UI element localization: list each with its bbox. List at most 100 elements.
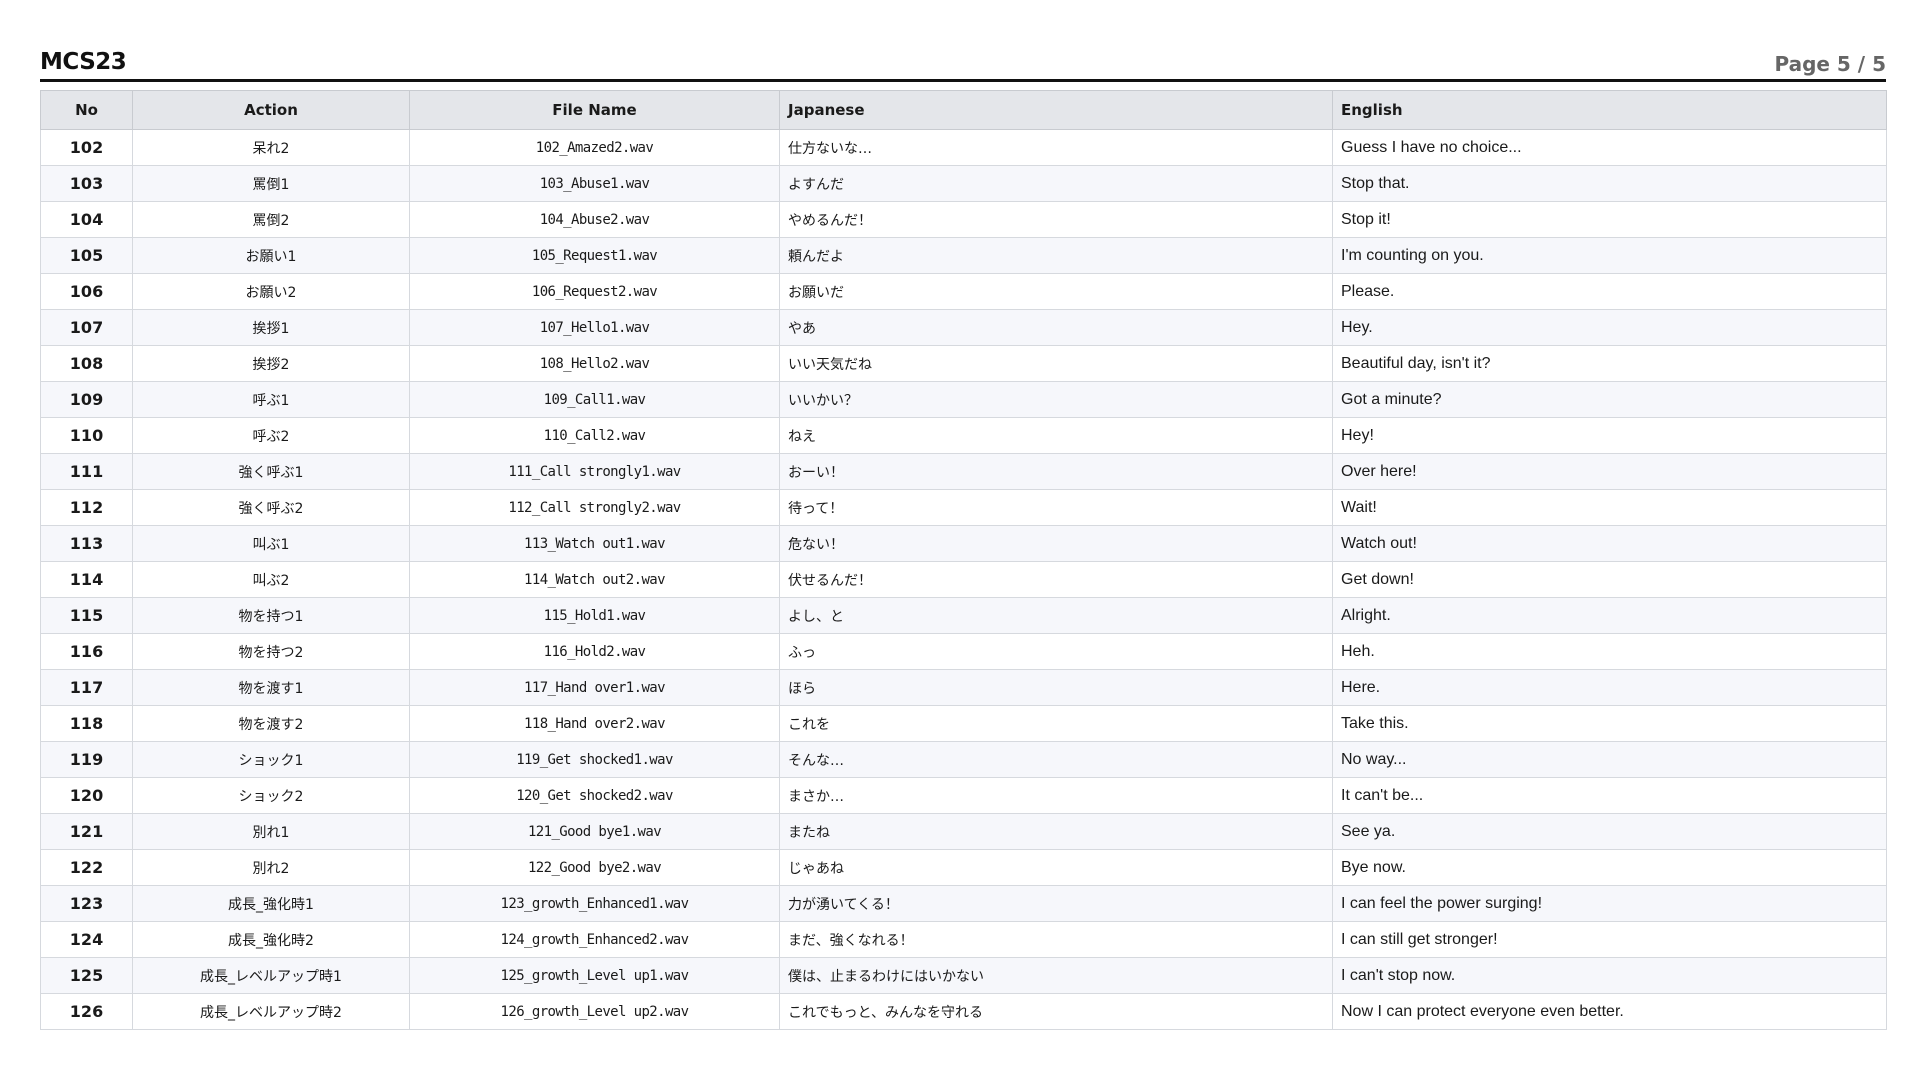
cell-file-name: 117_Hand over1.wav [409, 669, 780, 706]
cell-english: Please. [1332, 273, 1887, 310]
cell-file-name: 115_Hold1.wav [409, 597, 780, 634]
cell-no: 102 [40, 129, 133, 166]
table-row: 107 挨拶1 107_Hello1.wav やあ Hey. [40, 309, 1887, 346]
table-row: 116 物を持つ2 116_Hold2.wav ふっ Heh. [40, 633, 1887, 670]
cell-action: お願い2 [132, 273, 410, 310]
cell-action: 物を渡す1 [132, 669, 410, 706]
table-row: 110 呼ぶ2 110_Call2.wav ねえ Hey! [40, 417, 1887, 454]
table-row: 124 成長_強化時2 124_growth_Enhanced2.wav まだ、強くな… [40, 921, 1887, 958]
cell-english: I can't stop now. [1332, 957, 1887, 994]
column-header-english: English [1332, 90, 1887, 130]
cell-file-name: 125_growth_Level up1.wav [409, 957, 780, 994]
cell-no: 114 [40, 561, 133, 598]
table-row: 121 別れ1 121_Good bye1.wav またね See ya. [40, 813, 1887, 850]
page-indicator: Page 5 / 5 [1774, 52, 1886, 76]
cell-action: 呆れ2 [132, 129, 410, 166]
cell-file-name: 104_Abuse2.wav [409, 201, 780, 238]
page-header: MCS23 Page 5 / 5 [40, 40, 1886, 82]
cell-english: I'm counting on you. [1332, 237, 1887, 274]
table-row: 111 強く呼ぶ1 111_Call strongly1.wav おーい！ Over h… [40, 453, 1887, 490]
cell-japanese: じゃあね [779, 849, 1333, 886]
cell-japanese: これを [779, 705, 1333, 742]
cell-english: Hey! [1332, 417, 1887, 454]
cell-english: Here. [1332, 669, 1887, 706]
cell-english: Got a minute? [1332, 381, 1887, 418]
cell-file-name: 120_Get shocked2.wav [409, 777, 780, 814]
cell-action: 物を渡す2 [132, 705, 410, 742]
cell-file-name: 114_Watch out2.wav [409, 561, 780, 598]
cell-japanese: 仕方ないな… [779, 129, 1333, 166]
cell-english: Now I can protect everyone even better. [1332, 993, 1887, 1030]
table-row: 115 物を持つ1 115_Hold1.wav よし、と Alright. [40, 597, 1887, 634]
cell-english: Watch out! [1332, 525, 1887, 562]
cell-japanese: 伏せるんだ！ [779, 561, 1333, 598]
cell-japanese: 待って！ [779, 489, 1333, 526]
cell-no: 120 [40, 777, 133, 814]
table-row: 125 成長_レベルアップ時1 125_growth_Level up1.wav 僕は… [40, 957, 1887, 994]
cell-action: 罵倒1 [132, 165, 410, 202]
table-row: 126 成長_レベルアップ時2 126_growth_Level up2.wav これ… [40, 993, 1887, 1030]
column-header-file-name: File Name [409, 90, 780, 130]
cell-japanese: やめるんだ！ [779, 201, 1333, 238]
cell-english: See ya. [1332, 813, 1887, 850]
cell-file-name: 121_Good bye1.wav [409, 813, 780, 850]
cell-japanese: 僕は、止まるわけにはいかない [779, 957, 1333, 994]
cell-english: Bye now. [1332, 849, 1887, 886]
cell-no: 117 [40, 669, 133, 706]
cell-action: 成長_レベルアップ時2 [132, 993, 410, 1030]
cell-action: 挨拶2 [132, 345, 410, 382]
cell-english: No way... [1332, 741, 1887, 778]
table-row: 104 罵倒2 104_Abuse2.wav やめるんだ！ Stop it! [40, 201, 1887, 238]
cell-action: 成長_強化時1 [132, 885, 410, 922]
cell-japanese: ねえ [779, 417, 1333, 454]
cell-file-name: 113_Watch out1.wav [409, 525, 780, 562]
cell-english: Hey. [1332, 309, 1887, 346]
document-page: MCS23 Page 5 / 5 No Action File Name Jap… [40, 40, 1887, 1030]
cell-no: 111 [40, 453, 133, 490]
table-row: 106 お願い2 106_Request2.wav お願いだ Please. [40, 273, 1887, 310]
table-row: 113 叫ぶ1 113_Watch out1.wav 危ない！ Watch out! [40, 525, 1887, 562]
cell-file-name: 107_Hello1.wav [409, 309, 780, 346]
cell-action: ショック1 [132, 741, 410, 778]
cell-english: Stop that. [1332, 165, 1887, 202]
cell-file-name: 112_Call strongly2.wav [409, 489, 780, 526]
table-row: 122 別れ2 122_Good bye2.wav じゃあね Bye now. [40, 849, 1887, 886]
cell-japanese: いいかい？ [779, 381, 1333, 418]
table-row: 119 ショック1 119_Get shocked1.wav そんな… No way..… [40, 741, 1887, 778]
cell-file-name: 126_growth_Level up2.wav [409, 993, 780, 1030]
cell-no: 123 [40, 885, 133, 922]
document-title: MCS23 [40, 49, 127, 75]
cell-file-name: 103_Abuse1.wav [409, 165, 780, 202]
cell-no: 103 [40, 165, 133, 202]
table-row: 120 ショック2 120_Get shocked2.wav まさか… It can't… [40, 777, 1887, 814]
cell-english: Heh. [1332, 633, 1887, 670]
cell-english: Over here! [1332, 453, 1887, 490]
table-row: 103 罵倒1 103_Abuse1.wav よすんだ Stop that. [40, 165, 1887, 202]
cell-file-name: 110_Call2.wav [409, 417, 780, 454]
cell-action: 叫ぶ1 [132, 525, 410, 562]
cell-action: 呼ぶ1 [132, 381, 410, 418]
cell-japanese: よし、と [779, 597, 1333, 634]
cell-japanese: 危ない！ [779, 525, 1333, 562]
cell-japanese: やあ [779, 309, 1333, 346]
cell-english: Get down! [1332, 561, 1887, 598]
cell-file-name: 108_Hello2.wav [409, 345, 780, 382]
cell-japanese: まさか… [779, 777, 1333, 814]
cell-english: Take this. [1332, 705, 1887, 742]
cell-action: 物を持つ2 [132, 633, 410, 670]
cell-english: Stop it! [1332, 201, 1887, 238]
cell-no: 115 [40, 597, 133, 634]
cell-no: 125 [40, 957, 133, 994]
table-body: 102 呆れ2 102_Amazed2.wav 仕方ないな… Guess I have … [40, 129, 1887, 1030]
cell-action: 罵倒2 [132, 201, 410, 238]
cell-file-name: 109_Call1.wav [409, 381, 780, 418]
cell-english: Alright. [1332, 597, 1887, 634]
cell-action: 強く呼ぶ2 [132, 489, 410, 526]
cell-no: 112 [40, 489, 133, 526]
cell-file-name: 106_Request2.wav [409, 273, 780, 310]
cell-file-name: 124_growth_Enhanced2.wav [409, 921, 780, 958]
cell-no: 107 [40, 309, 133, 346]
cell-english: It can't be... [1332, 777, 1887, 814]
cell-no: 118 [40, 705, 133, 742]
cell-action: 呼ぶ2 [132, 417, 410, 454]
